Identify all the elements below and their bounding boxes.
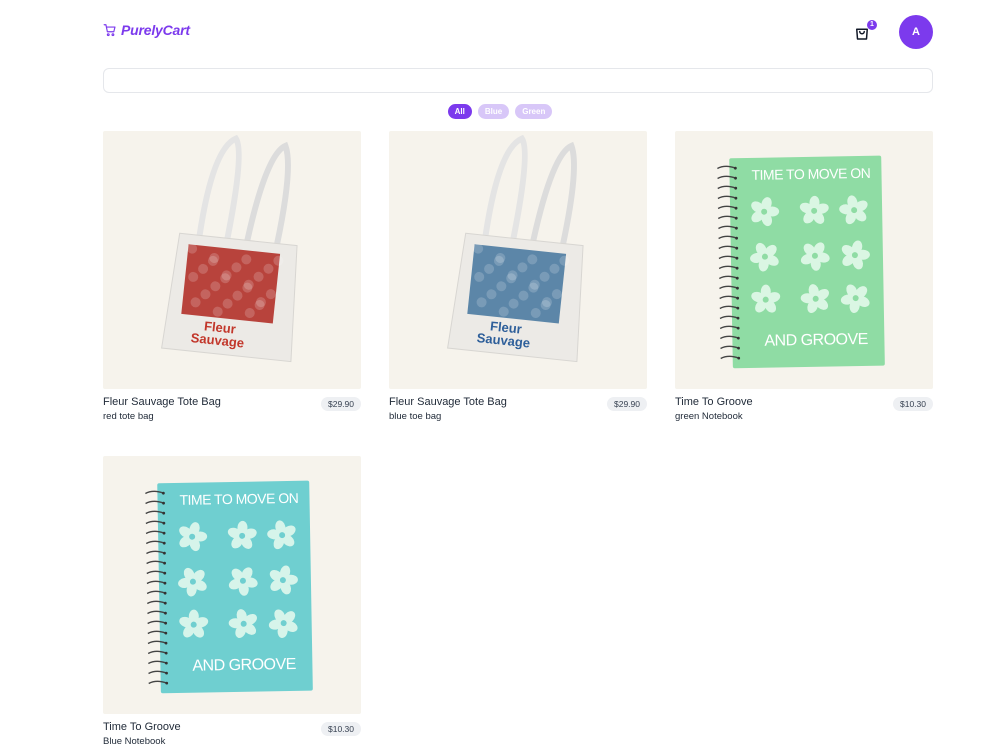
product-card[interactable]: TIME TO MOVE ON AND GROOVE Time To Groove… [675, 131, 933, 424]
notebook-illustration: TIME TO MOVE ON AND GROOVE [717, 155, 885, 369]
price-badge: $10.30 [321, 722, 361, 736]
search-input[interactable] [103, 68, 933, 93]
product-description: blue toe bag [389, 411, 442, 422]
product-image: Fleur Sauvage [389, 131, 647, 389]
svg-text:AND GROOVE: AND GROOVE [192, 656, 296, 675]
svg-text:TIME TO MOVE ON: TIME TO MOVE ON [179, 490, 298, 508]
filter-chip-green[interactable]: Green [515, 104, 553, 119]
price-badge: $29.90 [607, 397, 647, 411]
filter-chip-all[interactable]: All [447, 104, 472, 119]
brand-logo[interactable]: PurelyCart [103, 22, 190, 38]
tote-illustration: FleurSauvage [161, 134, 298, 363]
user-avatar[interactable]: A [899, 15, 933, 49]
price-badge: $10.30 [893, 397, 933, 411]
product-description: Blue Notebook [103, 736, 166, 747]
tote-illustration: FleurSauvage [447, 134, 584, 363]
svg-text:TIME TO MOVE ON: TIME TO MOVE ON [751, 165, 870, 183]
product-card[interactable]: Fleur Sauvage Fleur Sauvage Tote Bag blue… [389, 131, 647, 424]
shopping-cart-icon [103, 24, 116, 37]
svg-text:AND GROOVE: AND GROOVE [764, 331, 868, 350]
product-image: TIME TO MOVE ON AND GROOVE [103, 456, 361, 714]
filter-chip-blue[interactable]: Blue [477, 104, 510, 119]
product-description: green Notebook [675, 411, 743, 422]
top-bar: PurelyCart 1 A [0, 0, 1000, 64]
product-card[interactable]: Fleur Sauvage Fleur Sauvage Tote Bag red … [103, 131, 361, 424]
filter-chips: All Blue Green [0, 104, 1000, 119]
product-description: red tote bag [103, 411, 154, 422]
product-image: Fleur Sauvage [103, 131, 361, 389]
product-image: TIME TO MOVE ON AND GROOVE [675, 131, 933, 389]
cart-count-badge: 1 [867, 20, 877, 30]
notebook-illustration: TIME TO MOVE ON AND GROOVE [145, 480, 313, 694]
product-card[interactable]: TIME TO MOVE ON AND GROOVE Time To Groove… [103, 456, 361, 749]
brand-name: PurelyCart [121, 22, 190, 38]
price-badge: $29.90 [321, 397, 361, 411]
cart-button[interactable]: 1 [853, 20, 877, 44]
product-grid: Fleur Sauvage Fleur Sauvage Tote Bag red … [103, 131, 933, 749]
